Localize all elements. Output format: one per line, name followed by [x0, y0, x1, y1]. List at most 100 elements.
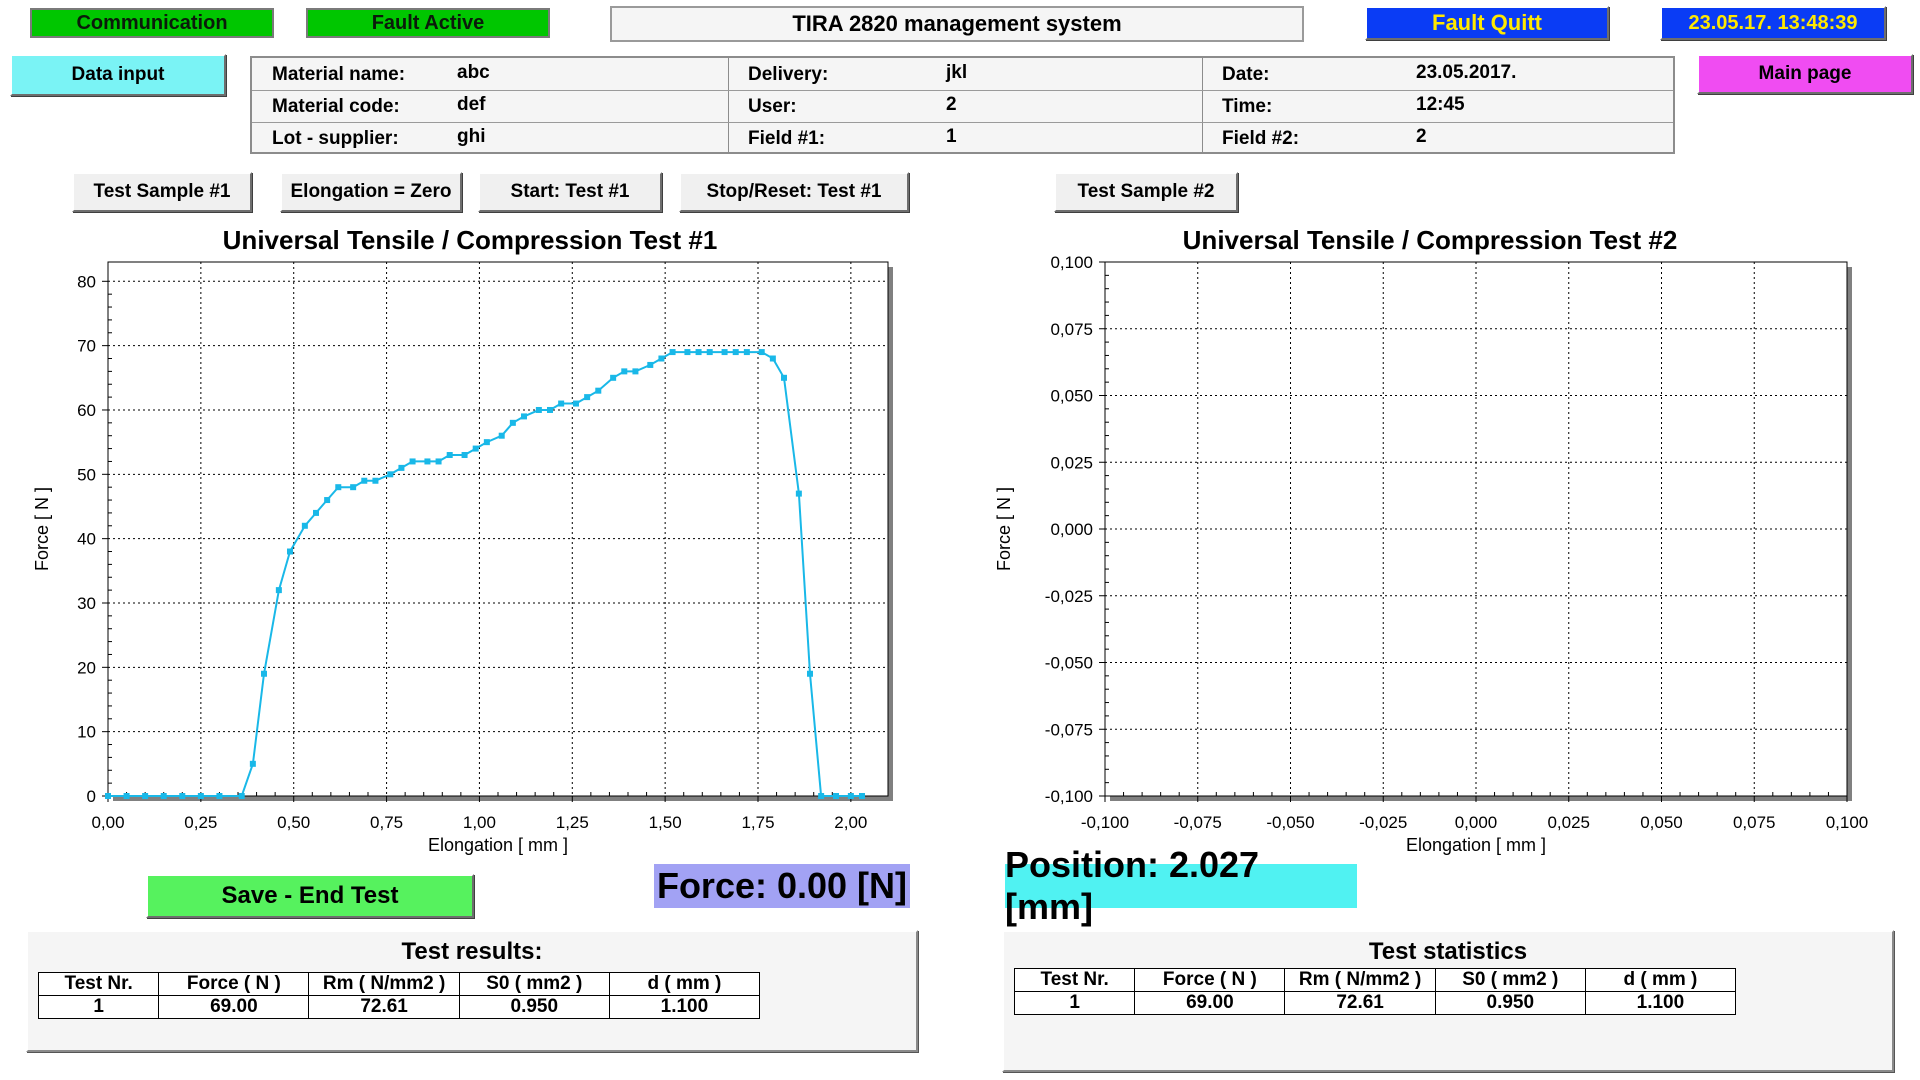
field1-value: 1 [946, 126, 957, 147]
position-readout: Position: 2.027 [mm] [1005, 844, 1357, 927]
data-point [238, 793, 245, 799]
y-tick-label: 10 [77, 723, 96, 742]
data-point [795, 490, 802, 497]
y-tick-label: 0,100 [1050, 253, 1093, 272]
info-row: Time: 12:45 [1202, 90, 1673, 123]
y-tick-label: 0,050 [1050, 387, 1093, 406]
x-tick-label: 2,00 [834, 813, 867, 832]
column-header: Test Nr. [1013, 968, 1136, 992]
fault-active-indicator: Fault Active [306, 8, 550, 38]
data-point [769, 355, 776, 362]
column-header: S0 ( mm2 ) [458, 972, 610, 996]
x-tick-label: 0,050 [1640, 813, 1683, 832]
data-input-button[interactable]: Data input [10, 54, 226, 96]
y-tick-label: -0,075 [1045, 720, 1093, 739]
data-point [859, 793, 865, 799]
data-point [669, 349, 676, 356]
y-tick-label: 70 [77, 337, 96, 356]
time-label: Time: [1222, 96, 1273, 117]
data-point [684, 349, 691, 356]
table-cell: 1 [37, 995, 160, 1019]
y-tick-label: 30 [77, 594, 96, 613]
chart-2-plot: -0,100 -0,075 -0,050 -0,025 0,000 0,025 0,050 0… [994, 253, 1868, 855]
table-cell: 0.950 [1434, 991, 1586, 1015]
info-row: Delivery: jkl [728, 58, 1202, 91]
data-point [249, 760, 256, 767]
x-tick-label: 0,25 [184, 813, 217, 832]
data-point [818, 793, 825, 799]
x-tick-label: 1,25 [556, 813, 589, 832]
info-row: Field #2: 2 [1202, 122, 1673, 154]
user-value: 2 [946, 94, 957, 115]
column-header: Rm ( N/mm2 ) [1284, 968, 1436, 992]
app-title: TIRA 2820 management system [610, 6, 1304, 42]
test-results-table: Test Nr. Force ( N ) Rm ( N/mm2 ) S0 ( m… [37, 972, 761, 1019]
stop-reset-test-1-button[interactable]: Stop/Reset: Test #1 [679, 172, 909, 212]
x-tick-label: 1,50 [649, 813, 682, 832]
data-point [179, 793, 186, 799]
x-tick-label: 0,000 [1455, 813, 1498, 832]
y-axis-label: Force [ N ] [32, 487, 52, 571]
data-point [398, 464, 405, 471]
lot-supplier-label: Lot - supplier: [272, 128, 399, 149]
y-tick-label: 0,075 [1050, 320, 1093, 339]
info-column-delivery: Delivery: jkl User: 2 Field #1: 1 [728, 58, 1203, 152]
info-row: Material code: def [252, 90, 728, 123]
lot-supplier-value: ghi [457, 126, 486, 147]
data-point [142, 793, 149, 799]
data-point [287, 548, 293, 555]
force-readout: Force: 0.00 [N] [654, 864, 910, 908]
column-header: Force ( N ) [1134, 968, 1286, 992]
save-end-test-button[interactable]: Save - End Test [146, 874, 474, 918]
column-header: d ( mm ) [1584, 968, 1737, 992]
test-results-title: Test results: [401, 938, 543, 965]
table-row: 1 69.00 72.61 0.950 1.100 [1013, 991, 1737, 1015]
data-point [361, 477, 368, 484]
x-tick-label: 0,025 [1547, 813, 1590, 832]
test-sample-2-button[interactable]: Test Sample #2 [1054, 172, 1238, 212]
data-point [197, 793, 204, 799]
test-sample-1-button[interactable]: Test Sample #1 [72, 172, 252, 212]
test-info-table: Material name: abc Material code: def Lo… [250, 56, 1675, 154]
table-header-row: Test Nr. Force ( N ) Rm ( N/mm2 ) S0 ( m… [37, 972, 761, 996]
fault-quitt-button[interactable]: Fault Quitt [1365, 6, 1609, 40]
material-name-value: abc [457, 62, 490, 83]
column-header: d ( mm ) [608, 972, 761, 996]
data-point [595, 387, 602, 394]
data-point [335, 484, 342, 491]
data-point [483, 439, 490, 446]
start-test-1-button[interactable]: Start: Test #1 [478, 172, 662, 212]
data-point [547, 406, 553, 413]
data-point [105, 793, 111, 799]
test-results-panel: Test results: Test Nr. Force ( N ) Rm ( … [26, 930, 918, 1052]
data-point [621, 368, 628, 375]
test-statistics-panel: Test statistics Test Nr. Force ( N ) Rm … [1002, 930, 1894, 1072]
data-point [509, 419, 516, 426]
y-tick-label: 0,025 [1050, 453, 1093, 472]
test-statistics-title: Test statistics [1368, 938, 1528, 965]
field2-label: Field #2: [1222, 128, 1300, 149]
data-point [573, 400, 579, 407]
table-header-row: Test Nr. Force ( N ) Rm ( N/mm2 ) S0 ( m… [1013, 968, 1737, 992]
x-tick-label: 1,00 [463, 813, 496, 832]
y-tick-label: 80 [77, 272, 96, 291]
data-point [521, 413, 527, 420]
user-label: User: [748, 96, 797, 117]
column-header: Force ( N ) [158, 972, 310, 996]
time-value: 12:45 [1416, 94, 1465, 115]
x-tick-label: -0,050 [1266, 813, 1314, 832]
info-row: Field #1: 1 [728, 122, 1202, 154]
test-statistics-table: Test Nr. Force ( N ) Rm ( N/mm2 ) S0 ( m… [1013, 968, 1737, 1015]
datetime-display: 23.05.17. 13:48:39 [1660, 6, 1886, 40]
data-point [446, 452, 453, 459]
table-cell: 69.00 [158, 995, 310, 1019]
info-column-date: Date: 23.05.2017. Time: 12:45 Field #2: … [1202, 58, 1673, 152]
data-point [847, 793, 854, 799]
data-point [535, 406, 542, 413]
elongation-zero-button[interactable]: Elongation = Zero [280, 172, 462, 212]
main-page-button[interactable]: Main page [1697, 54, 1913, 94]
x-axis-label: Elongation [ mm ] [1406, 835, 1546, 855]
x-tick-label: 0,75 [370, 813, 403, 832]
data-point [372, 477, 379, 484]
data-point [498, 432, 505, 439]
